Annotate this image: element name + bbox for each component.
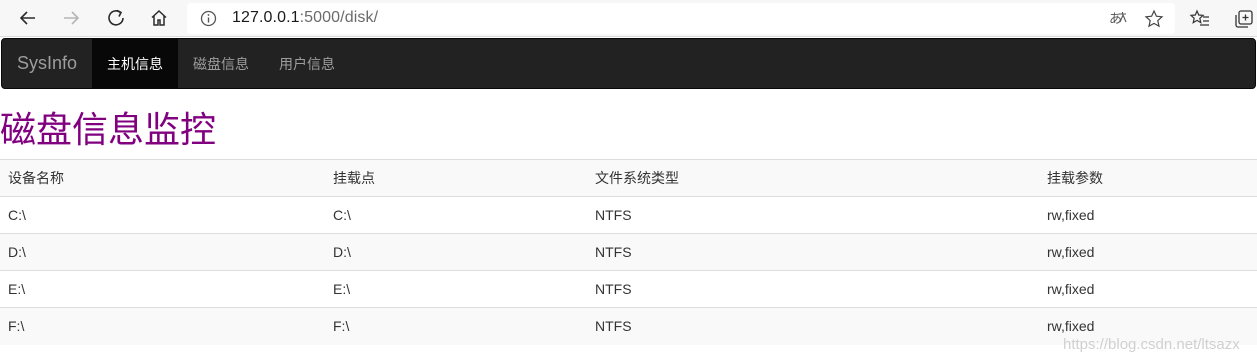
cell-fstype: NTFS: [587, 233, 1039, 271]
cell-device: E:\: [0, 270, 325, 308]
table-row: E:\ E:\ NTFS rw,fixed: [0, 270, 1257, 308]
cell-options: rw,fixed: [1039, 196, 1257, 234]
arrow-left-icon: [19, 11, 35, 25]
refresh-icon: [108, 9, 124, 26]
column-header-mountpoint: 挂载点: [325, 159, 587, 197]
url-text[interactable]: 127.0.0.1:5000/disk/: [232, 9, 378, 27]
cell-options: rw,fixed: [1039, 233, 1257, 271]
address-bar[interactable]: 127.0.0.1:5000/disk/ あ: [187, 3, 1175, 34]
cell-device: C:\: [0, 196, 325, 234]
browser-toolbar: 127.0.0.1:5000/disk/ あ: [0, 0, 1257, 37]
home-button[interactable]: [144, 4, 174, 32]
page-title: 磁盘信息监控: [0, 109, 217, 150]
table-header-row: 设备名称 挂载点 文件系统类型 挂载参数: [0, 159, 1257, 197]
favorites-icon[interactable]: [1189, 8, 1211, 30]
home-icon: [151, 9, 167, 26]
forward-button[interactable]: [56, 4, 86, 32]
app-navbar: SysInfo 主机信息 磁盘信息 用户信息: [1, 38, 1256, 89]
cell-device: D:\: [0, 233, 325, 271]
column-header-options: 挂载参数: [1039, 159, 1257, 197]
cell-mountpoint: E:\: [325, 270, 587, 308]
cell-mountpoint: D:\: [325, 233, 587, 271]
reload-button[interactable]: [101, 4, 131, 32]
cell-fstype: NTFS: [587, 196, 1039, 234]
star-icon[interactable]: [1144, 9, 1164, 29]
cell-device: F:\: [0, 307, 325, 345]
back-button[interactable]: [13, 4, 43, 32]
info-icon[interactable]: [200, 10, 217, 27]
cell-fstype: NTFS: [587, 307, 1039, 345]
cell-fstype: NTFS: [587, 270, 1039, 308]
arrow-right-icon: [64, 11, 80, 25]
table-row: D:\ D:\ NTFS rw,fixed: [0, 233, 1257, 271]
cell-options: rw,fixed: [1039, 270, 1257, 308]
nav-item-user-info[interactable]: 用户信息: [264, 39, 350, 88]
collections-icon[interactable]: [1233, 8, 1255, 30]
nav-item-host-info[interactable]: 主机信息: [92, 39, 178, 88]
cell-mountpoint: C:\: [325, 196, 587, 234]
column-header-fstype: 文件系统类型: [587, 159, 1039, 197]
translate-icon[interactable]: あ: [1108, 8, 1128, 28]
disk-table: 设备名称 挂载点 文件系统类型 挂载参数 C:\ C:\ NTFS rw,fix…: [0, 159, 1257, 345]
table-row: C:\ C:\ NTFS rw,fixed: [0, 196, 1257, 234]
url-host: 127.0.0.1: [232, 9, 300, 26]
column-header-device: 设备名称: [0, 159, 325, 197]
watermark: https://blog.csdn.net/ltsazx: [1063, 336, 1240, 353]
url-path: :5000/disk/: [299, 9, 379, 26]
cell-mountpoint: F:\: [325, 307, 587, 345]
nav-item-disk-info[interactable]: 磁盘信息: [178, 39, 264, 88]
brand-link[interactable]: SysInfo: [17, 53, 77, 74]
